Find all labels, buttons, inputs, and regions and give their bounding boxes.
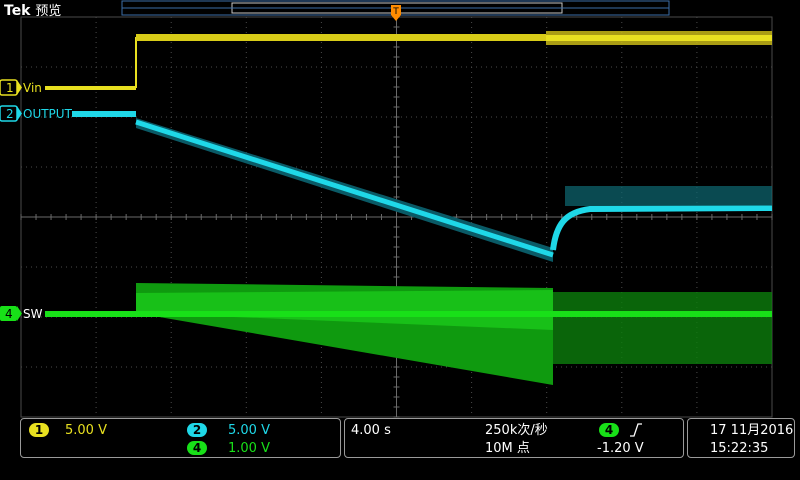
ch2-scale: 5.00 V	[228, 423, 270, 438]
ch1-label: Vin	[23, 81, 42, 95]
title-bar: Tek 预览	[4, 0, 61, 19]
ch2-waveform	[72, 111, 773, 262]
date-display: 17 11月2016	[710, 423, 794, 438]
ch2-marker-number: 2	[6, 107, 14, 121]
trigger-source-badge[interactable]: 4	[599, 423, 619, 437]
scope-display: T 1 Vin 2 OUTPUT 4 SW	[0, 0, 773, 418]
ch4-badge[interactable]: 4	[187, 441, 207, 455]
mode-label: 预览	[35, 4, 62, 19]
timebase-scale: 4.00 s	[351, 423, 391, 438]
rising-edge-icon	[630, 423, 642, 437]
ch4-marker-number: 4	[5, 307, 13, 321]
ch2-badge[interactable]: 2	[187, 423, 207, 437]
ch1-badge[interactable]: 1	[29, 423, 49, 437]
ch4-label: SW	[23, 307, 43, 321]
vertical-scale-panel[interactable]: 1 5.00 V 2 5.00 V 4 1.00 V	[20, 418, 341, 458]
trigger-position-marker[interactable]: T	[391, 5, 401, 21]
ch2-ground-marker[interactable]: 2 OUTPUT	[0, 105, 73, 122]
ch2-label: OUTPUT	[23, 107, 73, 121]
ch1-marker-number: 1	[6, 81, 14, 95]
ch1-waveform	[45, 31, 772, 90]
datetime-panel[interactable]: 17 11月2016 15:22:35	[687, 418, 795, 458]
ch4-scale: 1.00 V	[228, 441, 270, 456]
brand-logo: Tek	[4, 3, 31, 19]
sample-rate: 250k次/秒	[485, 423, 548, 438]
ch4-waveform	[45, 283, 772, 385]
timebase-trigger-panel[interactable]: 4.00 s 250k次/秒 10M 点 4 -1.20 V	[344, 418, 684, 458]
trigger-marker-label: T	[392, 7, 399, 17]
time-display: 15:22:35	[710, 441, 769, 456]
ch1-scale: 5.00 V	[65, 423, 107, 438]
trigger-level: -1.20 V	[597, 441, 644, 456]
record-length: 10M 点	[485, 441, 530, 456]
